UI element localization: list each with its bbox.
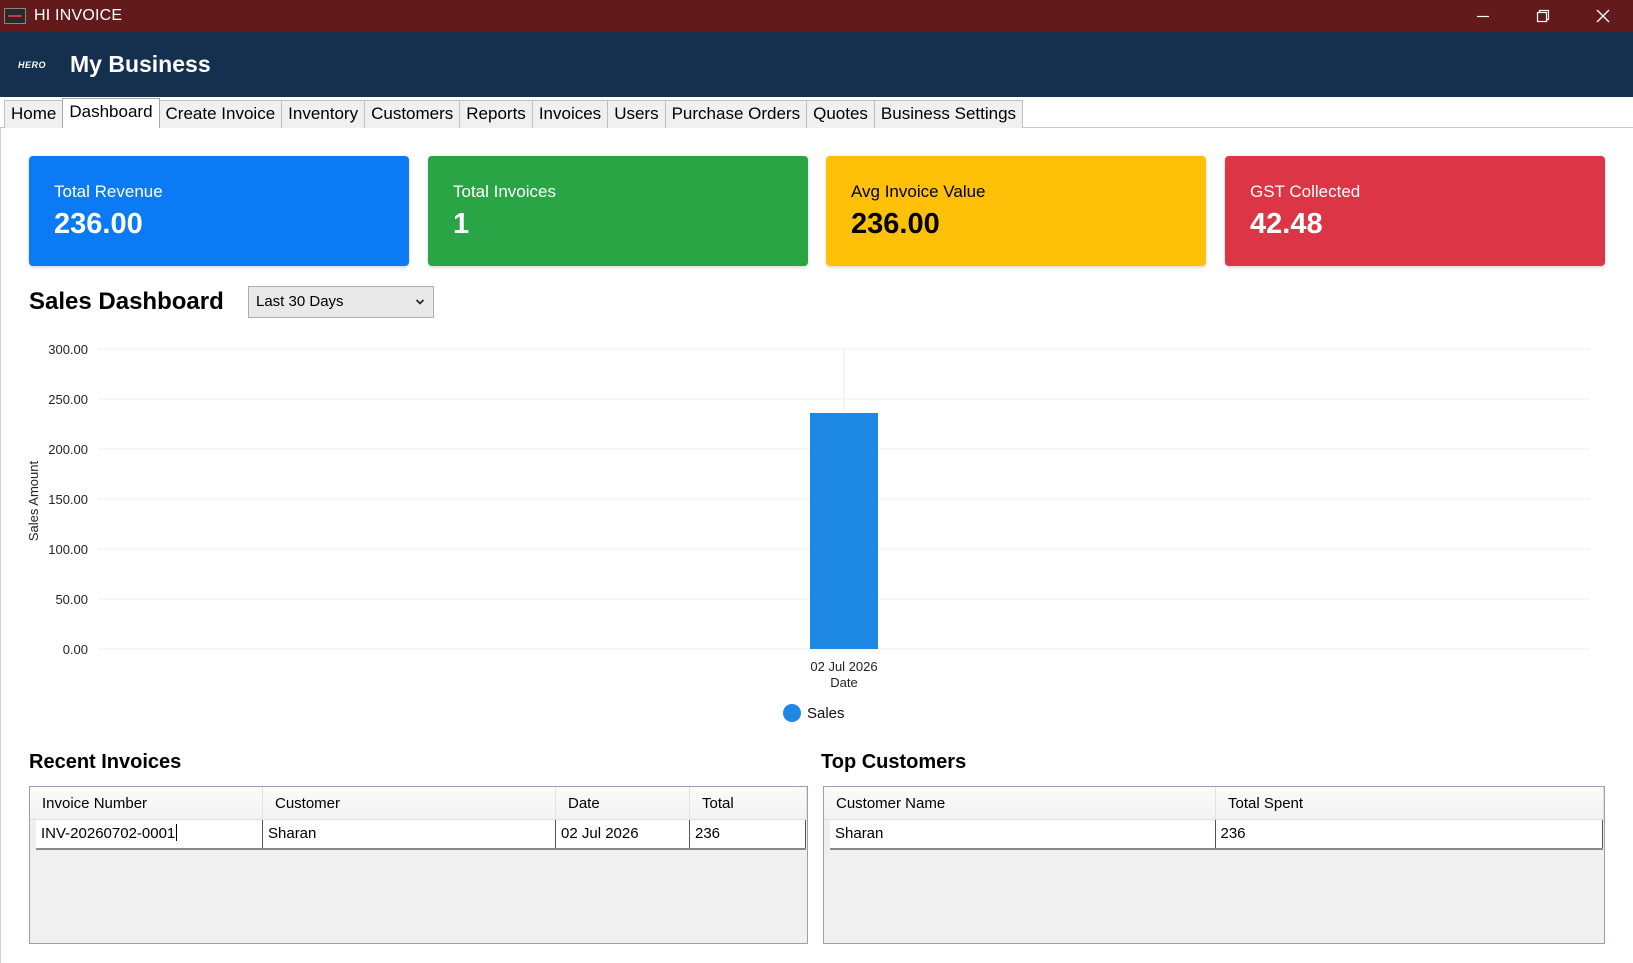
recent-invoices-title: Recent Invoices [29, 751, 182, 773]
card-value: 1 [453, 208, 470, 240]
card-value: 236.00 [54, 208, 143, 240]
total-revenue-card: Total Revenue 236.00 [29, 156, 409, 266]
card-label: GST Collected [1250, 182, 1361, 201]
period-select-value: Last 30 Days [256, 293, 344, 310]
x-tick-label: 02 Jul 2026 [810, 659, 877, 674]
invoice-number-text: INV-20260702-0001 [41, 825, 176, 842]
table-header: Customer Name Total Spent [824, 787, 1604, 820]
tab-home[interactable]: Home [4, 100, 64, 128]
card-label: Total Invoices [453, 182, 556, 201]
gst-collected-card: GST Collected 42.48 [1225, 156, 1605, 266]
top-customers-table[interactable]: Customer Name Total Spent Sharan 236 [823, 786, 1605, 944]
y-axis-label: Sales Amount [26, 461, 41, 542]
table-cell[interactable]: Sharan [830, 820, 1216, 848]
legend-swatch-sales [783, 704, 801, 722]
y-tick-label: 150.00 [48, 492, 88, 507]
window-title: HI INVOICE [34, 7, 123, 24]
x-axis-label: Date [830, 675, 857, 690]
sales-dashboard-title: Sales Dashboard [29, 288, 224, 315]
y-tick-label: 250.00 [48, 392, 88, 407]
tab-row: Home Dashboard Create Invoice Inventory Cust… [4, 98, 1024, 131]
y-tick-label: 200.00 [48, 442, 88, 457]
card-label: Total Revenue [54, 182, 163, 201]
table-cell[interactable]: 02 Jul 2026 [556, 820, 690, 848]
business-name: My Business [70, 51, 211, 77]
period-select[interactable]: Last 30 Days [248, 286, 434, 318]
tab-users[interactable]: Users [607, 100, 666, 128]
sales-bar [810, 413, 878, 649]
app-icon [4, 8, 26, 24]
tab-purchase-orders[interactable]: Purchase Orders [664, 100, 808, 128]
table-cell[interactable]: INV-20260702-0001 [36, 820, 263, 848]
text-cursor [176, 824, 178, 841]
tab-quotes[interactable]: Quotes [806, 100, 875, 128]
table-row[interactable]: INV-20260702-0001 Sharan 02 Jul 2026 236 [36, 820, 806, 850]
column-header[interactable]: Customer Name [824, 787, 1216, 820]
y-tick-label: 0.00 [63, 642, 88, 657]
minimize-button[interactable] [1453, 0, 1513, 32]
table-header: Invoice Number Customer Date Total [30, 787, 807, 820]
tab-business-settings[interactable]: Business Settings [873, 100, 1024, 128]
column-header[interactable]: Customer [263, 787, 556, 820]
column-header[interactable]: Total [690, 787, 807, 820]
window-title-bar[interactable]: HI INVOICE [0, 0, 1633, 32]
brand-logo: HERO [18, 59, 47, 70]
avg-invoice-value-card: Avg Invoice Value 236.00 [826, 156, 1206, 266]
sales-bar-chart: 0.00 50.00 100.00 150.00 200.00 250.00 300.00 S… [26, 342, 1590, 722]
card-value: 236.00 [851, 208, 940, 240]
tab-reports[interactable]: Reports [459, 100, 533, 128]
column-header[interactable]: Date [556, 787, 690, 820]
app-header: HERO My Business [0, 32, 1633, 97]
restore-icon [1536, 9, 1550, 23]
card-value: 42.48 [1250, 208, 1323, 240]
table-cell[interactable]: Sharan [263, 820, 556, 848]
close-button[interactable] [1573, 0, 1633, 32]
card-label: Avg Invoice Value [851, 182, 986, 201]
restore-button[interactable] [1513, 0, 1573, 32]
table-cell[interactable]: 236 [1216, 820, 1603, 848]
table-row[interactable]: Sharan 236 [830, 820, 1603, 850]
window-controls [1453, 0, 1633, 32]
column-header[interactable]: Total Spent [1216, 787, 1604, 820]
tab-customers[interactable]: Customers [364, 100, 461, 128]
legend-label-sales: Sales [807, 705, 845, 722]
y-tick-label: 300.00 [48, 342, 88, 357]
total-invoices-card: Total Invoices 1 [428, 156, 808, 266]
recent-invoices-table[interactable]: Invoice Number Customer Date Total INV-2… [29, 786, 808, 944]
tab-create-invoice[interactable]: Create Invoice [158, 100, 283, 128]
main-tab-bar: Home Dashboard Create Invoice Inventory Cust… [0, 97, 1633, 131]
tab-inventory[interactable]: Inventory [281, 100, 366, 128]
chevron-down-icon [415, 287, 425, 328]
tab-dashboard[interactable]: Dashboard [62, 98, 160, 129]
top-customers-title: Top Customers [821, 751, 967, 773]
y-tick-label: 100.00 [48, 542, 88, 557]
close-icon [1596, 9, 1610, 23]
minimize-icon [1477, 15, 1489, 18]
column-header[interactable]: Invoice Number [30, 787, 263, 820]
y-tick-label: 50.00 [55, 592, 88, 607]
table-cell[interactable]: 236 [690, 820, 806, 848]
tab-invoices[interactable]: Invoices [531, 100, 609, 128]
